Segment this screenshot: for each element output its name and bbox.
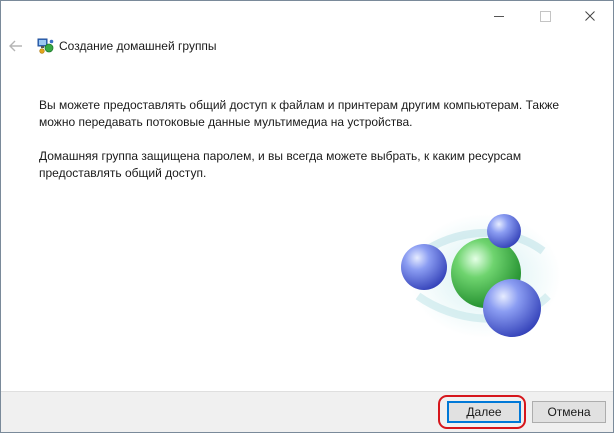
title-bar	[1, 1, 613, 31]
description: Вы можете предоставлять общий доступ к ф…	[39, 97, 584, 199]
footer-bar: Далее Отмена	[1, 391, 613, 432]
close-icon	[585, 11, 595, 21]
homegroup-spheres-graphic	[401, 214, 561, 338]
description-paragraph-1: Вы можете предоставлять общий доступ к ф…	[39, 98, 560, 129]
minimize-icon	[494, 15, 504, 17]
close-button[interactable]	[567, 1, 613, 31]
homegroup-icon	[37, 38, 54, 54]
maximize-button	[522, 1, 568, 31]
next-button[interactable]: Далее	[447, 401, 521, 423]
description-paragraph-2: Домашняя группа защищена паролем, и вы в…	[39, 149, 522, 180]
back-button[interactable]	[7, 38, 25, 54]
minimize-button[interactable]	[476, 1, 522, 31]
back-arrow-icon	[9, 40, 22, 52]
homegroup-wizard-window: Создание домашней группы Вы можете предо…	[0, 0, 614, 433]
maximize-icon	[539, 10, 551, 22]
cancel-button[interactable]: Отмена	[532, 401, 606, 423]
page-title: Создание домашней группы	[59, 39, 217, 53]
